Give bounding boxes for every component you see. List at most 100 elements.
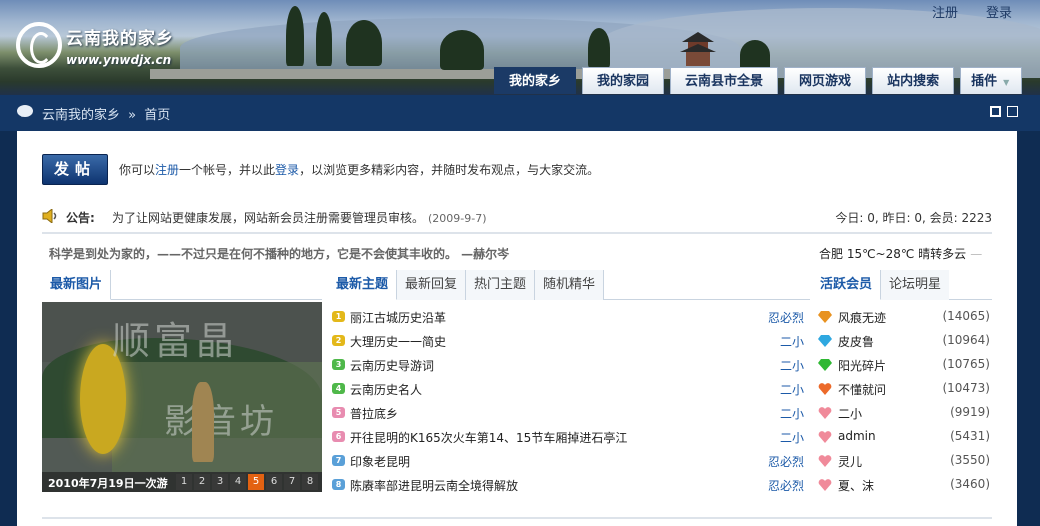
rank-badge-icon: 4 [332, 383, 345, 394]
pink-heart-icon [818, 455, 832, 467]
site-title: 云南我的家乡 [66, 28, 174, 49]
photo-page-8[interactable]: 8 [302, 474, 318, 490]
nav-tab-plugins-label: 插件 [971, 74, 998, 89]
wide-layout-icon[interactable] [990, 106, 1001, 117]
breadcrumb-separator: » [128, 108, 137, 123]
member-name[interactable]: 灵儿 [838, 453, 862, 470]
rank-badge-icon: 7 [332, 455, 345, 466]
photo-page-4[interactable]: 4 [230, 474, 246, 490]
welcome-register-link[interactable]: 注册 [155, 163, 179, 177]
blue-diamond-icon [818, 335, 832, 347]
topics-panel: 最新主题 最新回复 热门主题 随机精华 1 丽江古城历史沿革 忍必烈 2 大理历史一一… [328, 270, 810, 497]
photo-page-1[interactable]: 1 [176, 474, 192, 490]
weather-dash: — [970, 247, 983, 261]
nav-tab-web-games[interactable]: 网页游戏 [784, 67, 867, 94]
photo-page-3[interactable]: 3 [212, 474, 228, 490]
tab-active-members[interactable]: 活跃会员 [812, 270, 882, 300]
login-link[interactable]: 登录 [986, 2, 1012, 21]
notice-text[interactable]: 为了让网站更健康发展，网站新会员注册需要管理员审核。 (2009-9-7) [112, 209, 487, 226]
member-score: (3460) [950, 477, 990, 491]
topic-author[interactable]: 忍必烈 [768, 309, 804, 326]
member-row: 灵儿 (3550) [812, 449, 992, 473]
welcome-prefix: 你可以 [119, 163, 156, 177]
topic-row: 5 普拉底乡 二小 [328, 401, 810, 425]
topic-row: 1 丽江古城历史沿革 忍必烈 [328, 305, 810, 329]
topic-title[interactable]: 陈赓率部进昆明云南全境得解放 [350, 477, 518, 494]
member-name[interactable]: 皮皮鲁 [838, 333, 874, 350]
tab-latest-photos[interactable]: 最新图片 [42, 270, 112, 300]
topic-author[interactable]: 忍必烈 [768, 477, 804, 494]
narrow-layout-icon[interactable] [1007, 106, 1018, 117]
divider [42, 232, 992, 234]
photo-slideshow[interactable]: 顺富晶 影音坊 2010年7月19日一次游 1 2 3 4 5 6 7 8 [42, 302, 322, 492]
topic-author[interactable]: 忍必烈 [768, 453, 804, 470]
breadcrumb-site[interactable]: 云南我的家乡 [42, 108, 120, 123]
rank-badge-icon: 3 [332, 359, 345, 370]
notice-message: 为了让网站更健康发展，网站新会员注册需要管理员审核。 [112, 211, 425, 225]
topic-author[interactable]: 二小 [780, 357, 804, 374]
topic-row: 6 开往昆明的K165次火车第14、15节车厢掉进石亭江 二小 [328, 425, 810, 449]
topic-title[interactable]: 普拉底乡 [350, 405, 398, 422]
member-row: 不懂就问 (10473) [812, 377, 992, 401]
chevron-down-icon: ▼ [1003, 78, 1010, 87]
rank-badge-icon: 1 [332, 311, 345, 322]
topic-author[interactable]: 二小 [780, 405, 804, 422]
member-name[interactable]: 不懂就问 [838, 381, 886, 398]
notice-date: (2009-9-7) [428, 212, 487, 225]
member-score: (5431) [950, 429, 990, 443]
post-button[interactable]: 发帖 [42, 154, 108, 185]
member-list: 风痕无迹 (14065) 皮皮鲁 (10964) 阳光碎片 (10765) 不懂就问 (… [812, 305, 992, 497]
nav-tab-site-search[interactable]: 站内搜索 [872, 67, 955, 94]
photo-page-7[interactable]: 7 [284, 474, 300, 490]
topic-title[interactable]: 云南历史名人 [350, 381, 422, 398]
photo-page-2[interactable]: 2 [194, 474, 210, 490]
green-diamond-icon [818, 359, 832, 371]
orange-diamond-icon [818, 311, 832, 323]
photo-page-5[interactable]: 5 [248, 474, 264, 490]
member-score: (3550) [950, 453, 990, 467]
divider [42, 517, 992, 519]
topic-row: 8 陈赓率部进昆明云南全境得解放 忍必烈 [328, 473, 810, 497]
members-panel: 活跃会员 论坛明星 风痕无迹 (14065) 皮皮鲁 (10964) 阳光碎片 (10… [812, 270, 992, 497]
nav-tab-my-garden[interactable]: 我的家园 [582, 67, 665, 94]
tab-latest-replies[interactable]: 最新回复 [397, 270, 467, 300]
tab-forum-stars[interactable]: 论坛明星 [881, 270, 950, 300]
topic-title[interactable]: 丽江古城历史沿革 [350, 309, 446, 326]
rank-badge-icon: 6 [332, 431, 345, 442]
nav-tab-county-panorama[interactable]: 云南县市全景 [670, 67, 779, 94]
topic-row: 4 云南历史名人 二小 [328, 377, 810, 401]
topic-author[interactable]: 二小 [780, 429, 804, 446]
topic-list: 1 丽江古城历史沿革 忍必烈 2 大理历史一一简史 二小 3 云南历史导游词 二小 4 云南历… [328, 305, 810, 497]
pink-heart-icon [818, 407, 832, 419]
weather-info: 合肥 15℃~28℃ 晴转多云 — [819, 245, 982, 262]
photo-pager: 1 2 3 4 5 6 7 8 [176, 474, 318, 490]
nav-tab-plugins[interactable]: 插件 ▼ [960, 67, 1023, 94]
topic-author[interactable]: 二小 [780, 381, 804, 398]
tab-hot-topics[interactable]: 热门主题 [466, 270, 536, 300]
photo-panel: 最新图片 顺富晶 影音坊 2010年7月19日一次游 1 2 3 4 5 6 7 [42, 270, 322, 500]
logo-icon [16, 22, 62, 68]
member-name[interactable]: 风痕无迹 [838, 309, 886, 326]
member-name[interactable]: 二小 [838, 405, 862, 422]
rank-badge-icon: 2 [332, 335, 345, 346]
tab-random-digest[interactable]: 随机精华 [535, 270, 605, 300]
topic-title[interactable]: 印象老昆明 [350, 453, 410, 470]
orange-heart-icon [818, 383, 832, 395]
topic-author[interactable]: 二小 [780, 333, 804, 350]
register-link[interactable]: 注册 [932, 2, 958, 21]
member-score: (10964) [942, 333, 990, 347]
member-name[interactable]: 夏、沫 [838, 477, 874, 494]
site-logo[interactable]: 云南我的家乡 www.ynwdjx.cn [16, 22, 174, 68]
topic-row: 2 大理历史一一简史 二小 [328, 329, 810, 353]
member-name[interactable]: admin [838, 429, 876, 443]
nav-tab-home[interactable]: 我的家乡 [494, 67, 577, 94]
pink-heart-icon [818, 431, 832, 443]
topic-title[interactable]: 大理历史一一简史 [350, 333, 446, 350]
topic-title[interactable]: 开往昆明的K165次火车第14、15节车厢掉进石亭江 [350, 429, 627, 446]
topic-title[interactable]: 云南历史导游词 [350, 357, 434, 374]
photo-page-6[interactable]: 6 [266, 474, 282, 490]
welcome-login-link[interactable]: 登录 [275, 163, 299, 177]
member-score: (10473) [942, 381, 990, 395]
tab-latest-topics[interactable]: 最新主题 [328, 270, 398, 300]
member-name[interactable]: 阳光碎片 [838, 357, 886, 374]
